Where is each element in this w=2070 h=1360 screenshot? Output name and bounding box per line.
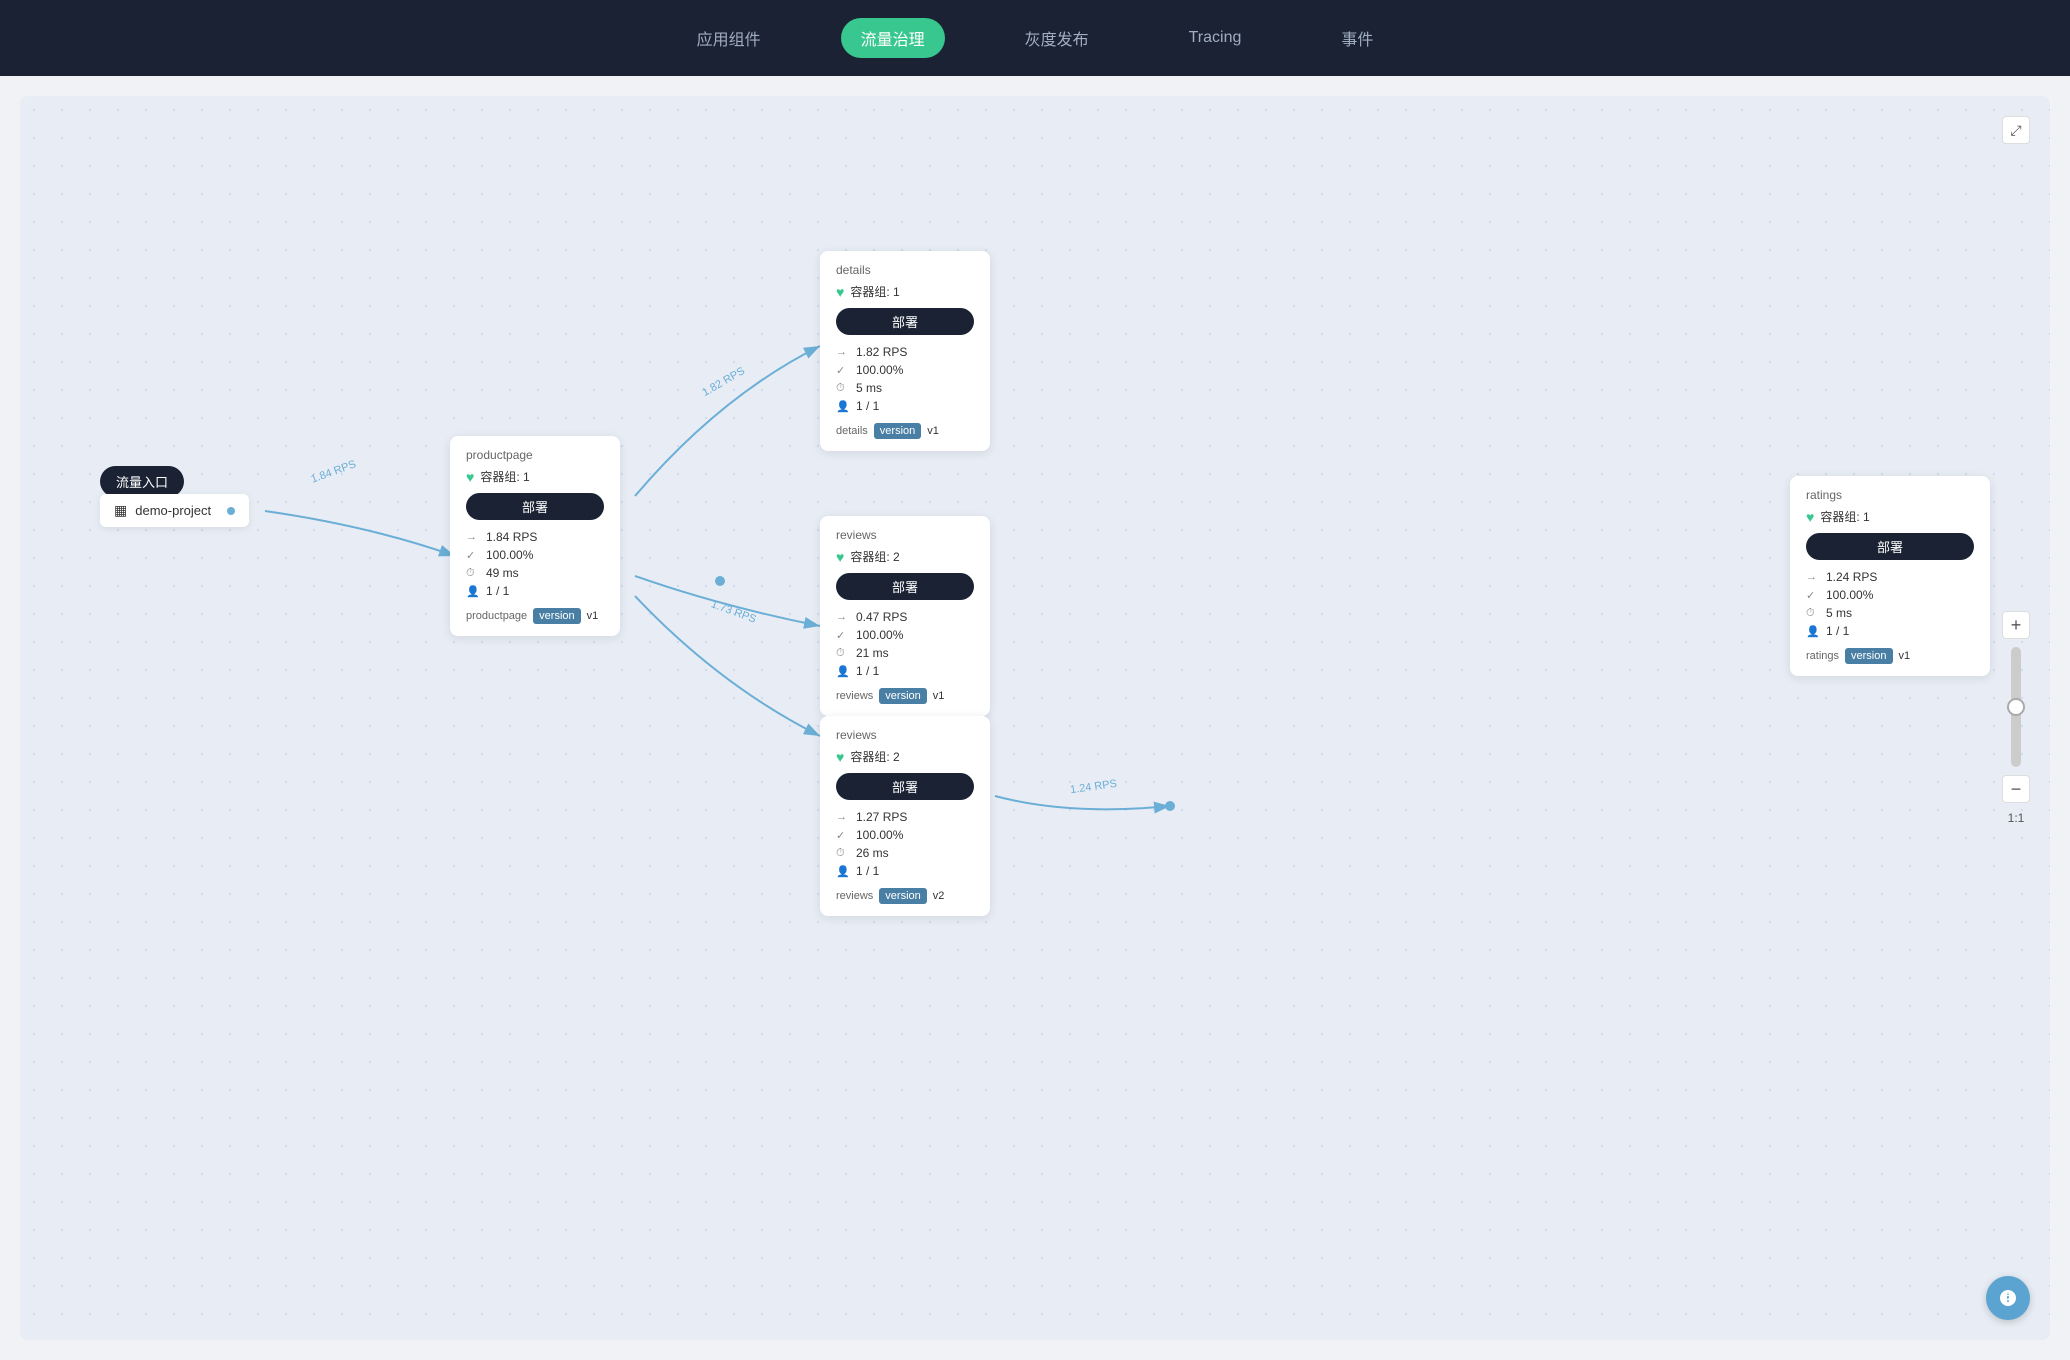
source-icon: ▦: [114, 502, 127, 519]
reviews-v1-node[interactable]: reviews ♥ 容器组: 2 部署 → 0.47 RPS ✓ 100.00%…: [820, 516, 990, 716]
topology-svg: [20, 96, 2050, 1340]
ratings-metrics: → 1.24 RPS ✓ 100.00% ⏱ 5 ms 👤 1 / 1: [1806, 570, 1974, 638]
ratings-deploy-badge: 部署: [1806, 533, 1974, 560]
details-deploy-badge: 部署: [836, 308, 974, 335]
reviews-v1-heart-icon: ♥: [836, 549, 844, 565]
zoom-expand-button[interactable]: ⤢: [2002, 116, 2030, 144]
zoom-slider[interactable]: [2011, 647, 2021, 767]
header: 应用组件 流量治理 灰度发布 Tracing 事件: [0, 0, 2070, 76]
nav-events[interactable]: 事件: [1321, 18, 1393, 58]
details-heart-icon: ♥: [836, 284, 844, 300]
reviews-v2-container: 容器组: 2: [850, 748, 899, 765]
productpage-version-key: version: [533, 608, 580, 624]
zoom-plus-button[interactable]: +: [2002, 611, 2030, 639]
reviews-v2-heart-icon: ♥: [836, 749, 844, 765]
productpage-heart-icon: ♥: [466, 469, 474, 485]
help-button[interactable]: [1986, 1276, 2030, 1320]
check-icon2: ✓: [836, 364, 850, 377]
reviews-v2-node[interactable]: reviews ♥ 容器组: 2 部署 → 1.27 RPS ✓ 100.00%…: [820, 716, 990, 916]
rps-icon5: →: [1806, 571, 1820, 583]
nav-traffic-control[interactable]: 流量治理: [841, 18, 945, 58]
instance-icon5: 👤: [1806, 625, 1820, 638]
source-dot: [227, 507, 235, 515]
reviews-v1-title: reviews: [836, 528, 974, 542]
zoom-controls: + − 1:1: [2002, 611, 2030, 825]
productpage-version-value: v1: [587, 610, 599, 622]
instance-icon2: 👤: [836, 400, 850, 413]
rps-icon: →: [466, 531, 480, 543]
ratings-title: ratings: [1806, 488, 1974, 502]
check-icon: ✓: [466, 549, 480, 562]
instance-icon: 👤: [466, 585, 480, 598]
zoom-thumb: [2007, 698, 2025, 716]
zoom-minus-button[interactable]: −: [2002, 775, 2030, 803]
reviews-v1-deploy-badge: 部署: [836, 573, 974, 600]
instance-icon4: 👤: [836, 865, 850, 878]
help-icon: [1998, 1288, 2018, 1308]
ratings-version-value: v1: [1899, 650, 1911, 662]
details-version-key: version: [874, 423, 921, 439]
ratings-heart-icon: ♥: [1806, 509, 1814, 525]
reviews-v2-title: reviews: [836, 728, 974, 742]
details-version-value: v1: [927, 425, 939, 437]
clock-icon3: ⏱: [836, 647, 850, 660]
details-footer-label: details: [836, 425, 868, 437]
rps-to-details: 1.82 RPS: [700, 365, 747, 399]
details-title: details: [836, 263, 974, 277]
rps-icon2: →: [836, 346, 850, 358]
reviews-v1-version-key: version: [879, 688, 926, 704]
productpage-footer-label: productpage: [466, 610, 527, 622]
clock-icon: ⏱: [466, 567, 480, 580]
ratings-container: 容器组: 1: [1820, 508, 1869, 525]
nav-gray-release[interactable]: 灰度发布: [1005, 18, 1109, 58]
clock-icon4: ⏱: [836, 847, 850, 860]
source-name: demo-project: [135, 503, 211, 518]
reviews-v1-container: 容器组: 2: [850, 548, 899, 565]
rps-icon4: →: [836, 811, 850, 823]
clock-icon2: ⏱: [836, 382, 850, 395]
instance-icon3: 👤: [836, 665, 850, 678]
check-icon5: ✓: [1806, 589, 1820, 602]
reviews-v2-version-value: v2: [933, 890, 945, 902]
reviews-v2-footer-label: reviews: [836, 890, 873, 902]
productpage-title: productpage: [466, 448, 604, 462]
entry-node: 流量入口: [100, 466, 184, 497]
reviews-v1-version-value: v1: [933, 690, 945, 702]
canvas: 流量入口 ▦ demo-project 1.84 RPS productpage…: [20, 96, 2050, 1340]
rps-icon3: →: [836, 611, 850, 623]
check-icon4: ✓: [836, 829, 850, 842]
nav-tracing[interactable]: Tracing: [1169, 21, 1262, 55]
reviews-v2-metrics: → 1.27 RPS ✓ 100.00% ⏱ 26 ms 👤 1 / 1: [836, 810, 974, 878]
productpage-node[interactable]: productpage ♥ 容器组: 1 部署 → 1.84 RPS ✓ 100…: [450, 436, 620, 636]
productpage-container: 容器组: 1: [480, 468, 529, 485]
reviews-v2-version-key: version: [879, 888, 926, 904]
reviews-v1-metrics: → 0.47 RPS ✓ 100.00% ⏱ 21 ms 👤 1 / 1: [836, 610, 974, 678]
ratings-footer-label: ratings: [1806, 650, 1839, 662]
productpage-metrics: → 1.84 RPS ✓ 100.00% ⏱ 49 ms 👤 1 / 1: [466, 530, 604, 598]
source-node[interactable]: ▦ demo-project: [100, 494, 249, 527]
ratings-version-key: version: [1845, 648, 1892, 664]
reviews-v1-footer-label: reviews: [836, 690, 873, 702]
nav-app-components[interactable]: 应用组件: [677, 18, 781, 58]
rps-to-reviews: 1.73 RPS: [709, 598, 757, 625]
zoom-ratio: 1:1: [2008, 811, 2025, 825]
clock-icon5: ⏱: [1806, 607, 1820, 620]
rps-to-ratings: 1.24 RPS: [1069, 778, 1117, 796]
ratings-node[interactable]: ratings ♥ 容器组: 1 部署 → 1.24 RPS ✓ 100.00%…: [1790, 476, 1990, 676]
check-icon3: ✓: [836, 629, 850, 642]
details-node[interactable]: details ♥ 容器组: 1 部署 → 1.82 RPS ✓ 100.00%…: [820, 251, 990, 451]
rps-to-productpage: 1.84 RPS: [309, 458, 357, 485]
productpage-deploy-badge: 部署: [466, 493, 604, 520]
reviews-v2-deploy-badge: 部署: [836, 773, 974, 800]
details-metrics: → 1.82 RPS ✓ 100.00% ⏱ 5 ms 👤 1 / 1: [836, 345, 974, 413]
details-container: 容器组: 1: [850, 283, 899, 300]
